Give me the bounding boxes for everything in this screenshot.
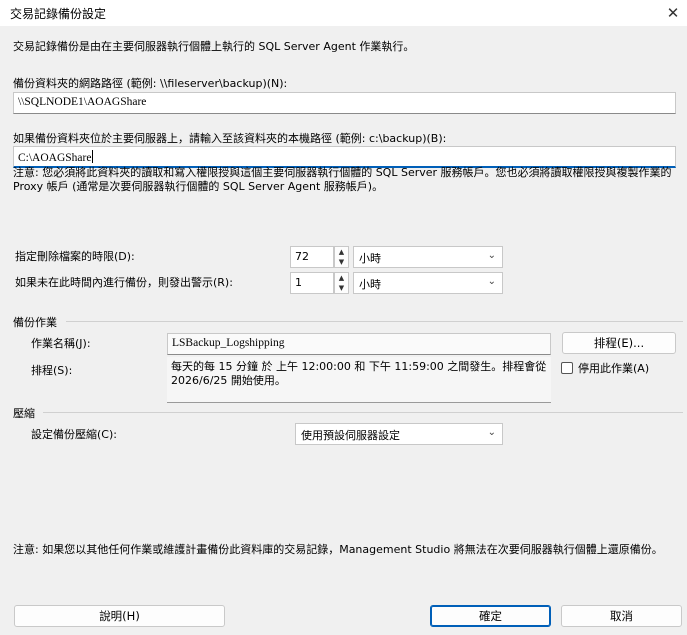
compression-group-title: 壓縮	[13, 407, 35, 420]
local-path-label: 如果備份資料夾位於主要伺服器上，請輸入至該資料夾的本機路徑 (範例: c:\ba…	[13, 132, 447, 145]
alert-label: 如果未在此時間內進行備份，則發出警示(R):	[15, 276, 233, 289]
cancel-button[interactable]: 取消	[561, 605, 682, 627]
network-path-input[interactable]: \\SQLNODE1\AOAGShare	[13, 92, 676, 114]
local-path-input[interactable]: C:\AOAGShare	[13, 146, 676, 168]
job-name-input[interactable]: LSBackup_Logshipping	[167, 333, 551, 355]
compression-label: 設定備份壓縮(C):	[31, 428, 117, 441]
bottom-note: 注意: 如果您以其他任何作業或維護計畫備份此資料庫的交易記錄，Managemen…	[13, 543, 663, 556]
permission-note: 注意: 您必須將此資料夾的讀取和寫入權限授與這個主要伺服器執行個體的 SQL S…	[13, 166, 672, 193]
intro-text: 交易記錄備份是由在主要伺服器執行個體上執行的 SQL Server Agent …	[13, 40, 415, 53]
backup-job-group-title: 備份作業	[13, 316, 57, 329]
chevron-down-icon: ⌄	[487, 427, 496, 438]
local-path-value: C:\AOAGShare	[18, 152, 92, 164]
group-divider	[43, 412, 683, 413]
compression-select[interactable]: 使用預設伺服器設定 ⌄	[295, 423, 503, 445]
ok-button[interactable]: 確定	[430, 605, 551, 627]
delete-files-label: 指定刪除檔案的時限(D):	[15, 250, 135, 263]
schedule-description: 每天的每 15 分鐘 於 上午 12:00:00 和 下午 11:59:00 之…	[167, 357, 551, 403]
schedule-button[interactable]: 排程(E)...	[562, 332, 676, 354]
chevron-down-icon: ⌄	[487, 276, 496, 287]
group-divider	[66, 321, 683, 322]
spin-up-icon[interactable]: ▲	[335, 247, 348, 257]
spin-down-icon[interactable]: ▼	[335, 283, 348, 293]
schedule-label: 排程(S):	[31, 364, 73, 377]
text-caret	[92, 150, 94, 163]
alert-spinner[interactable]: ▲ ▼	[334, 272, 349, 294]
alert-unit-value: 小時	[359, 278, 381, 291]
close-icon[interactable]: ✕	[662, 2, 684, 24]
disable-job-checkbox[interactable]	[561, 362, 573, 374]
chevron-down-icon: ⌄	[487, 250, 496, 261]
delete-files-spinner[interactable]: ▲ ▼	[334, 246, 349, 268]
alert-value-input[interactable]: 1	[290, 272, 334, 294]
help-button[interactable]: 說明(H)	[14, 605, 225, 627]
job-name-label: 作業名稱(J):	[31, 337, 91, 350]
window-title: 交易記錄備份設定	[10, 7, 107, 21]
spin-down-icon[interactable]: ▼	[335, 257, 348, 267]
disable-job-label[interactable]: 停用此作業(A)	[578, 360, 649, 376]
network-path-label: 備份資料夾的網路路徑 (範例: \\fileserver\backup)(N):	[13, 77, 288, 90]
delete-files-unit-select[interactable]: 小時 ⌄	[353, 246, 503, 268]
delete-files-unit-value: 小時	[359, 252, 381, 265]
delete-files-value-input[interactable]: 72	[290, 246, 334, 268]
alert-unit-select[interactable]: 小時 ⌄	[353, 272, 503, 294]
compression-value: 使用預設伺服器設定	[301, 429, 400, 442]
spin-up-icon[interactable]: ▲	[335, 273, 348, 283]
